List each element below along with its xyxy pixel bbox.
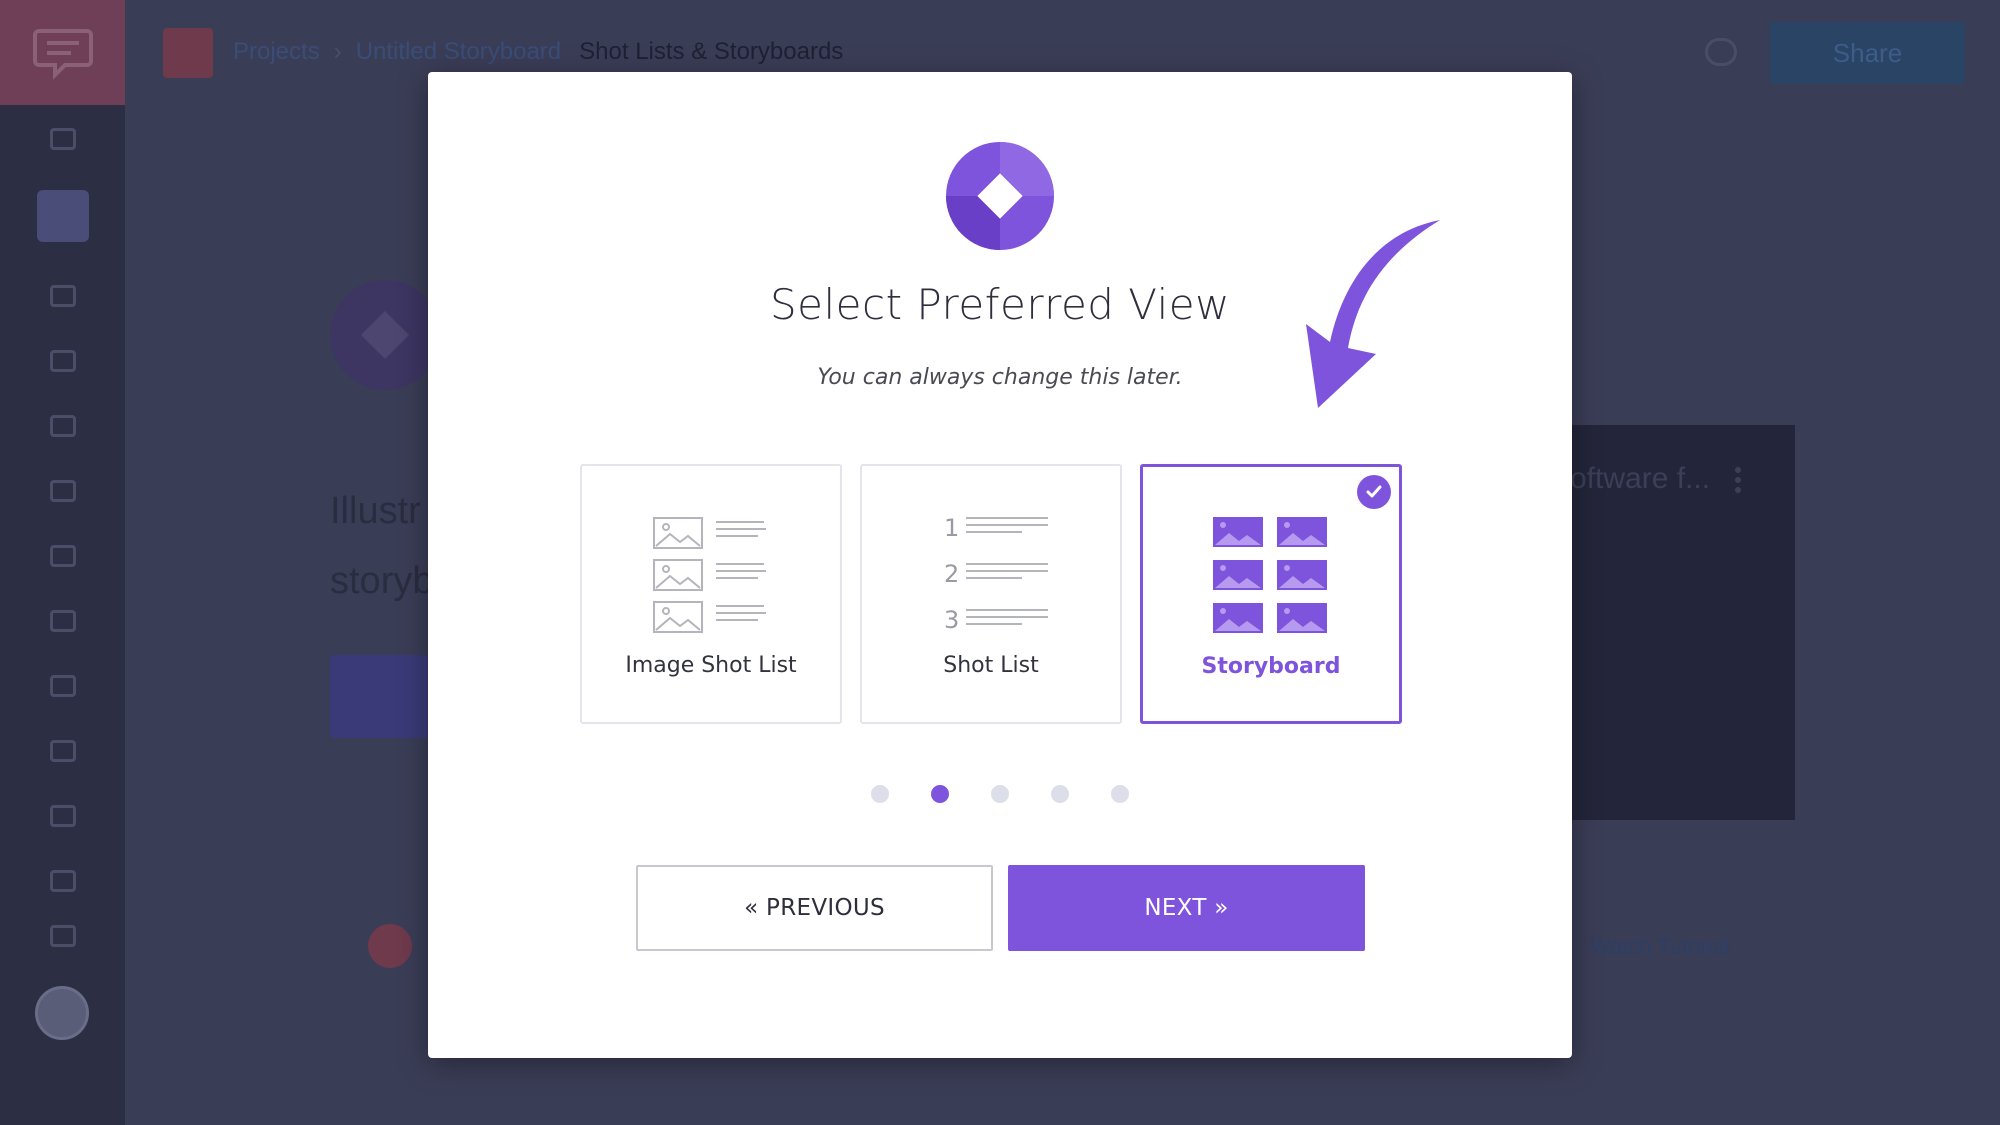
breadcrumb-root[interactable]: Projects: [233, 38, 320, 65]
sidebar-item-2-icon[interactable]: [49, 350, 76, 372]
pagination-dot-2[interactable]: [931, 785, 949, 803]
sidebar-item-8-icon[interactable]: [49, 740, 76, 762]
bg-create-button[interactable]: [330, 655, 430, 738]
option-label: Image Shot List: [625, 653, 797, 678]
breadcrumb-current: Shot Lists & Storyboards: [579, 38, 844, 65]
selected-check-icon: [1357, 475, 1391, 509]
list-number: 3: [944, 606, 959, 634]
user-avatar[interactable]: [35, 986, 89, 1040]
sidebar-item-4-icon[interactable]: [49, 480, 76, 502]
sidebar-item-6-icon[interactable]: [49, 610, 76, 632]
list-number: 1: [944, 514, 959, 542]
sidebar-item-1-icon[interactable]: [49, 285, 76, 307]
bg-heading-line1: Illustr: [330, 490, 421, 532]
breadcrumb-separator: ›: [333, 38, 342, 65]
storyboard-diamond-logo-icon: [946, 142, 1054, 250]
share-button[interactable]: Share: [1770, 22, 1965, 84]
pagination-dots: [428, 785, 1572, 803]
menu-icon[interactable]: [49, 128, 76, 150]
sidebar: [0, 0, 125, 1125]
pagination-dot-1[interactable]: [871, 785, 889, 803]
image-list-icon: [653, 517, 766, 633]
pagination-dot-3[interactable]: [991, 785, 1009, 803]
bg-project-logo: [330, 280, 440, 390]
select-view-modal: Select Preferred View You can always cha…: [428, 72, 1572, 1058]
pagination-dot-4[interactable]: [1051, 785, 1069, 803]
bg-tutorial-link[interactable]: Watch Tutorial: [1590, 934, 1730, 960]
option-label: Storyboard: [1201, 654, 1341, 679]
comments-icon[interactable]: [1705, 38, 1737, 66]
sidebar-item-11-icon[interactable]: [49, 925, 76, 947]
numbered-list-icon: 1 2 3: [944, 514, 1048, 634]
play-icon[interactable]: [368, 924, 412, 968]
option-storyboard[interactable]: Storyboard: [1140, 464, 1402, 724]
sidebar-item-5-icon[interactable]: [49, 545, 76, 567]
bg-heading-line2: storyb: [330, 560, 434, 602]
option-shot-list[interactable]: 1 2 3 Shot List: [860, 464, 1122, 724]
sidebar-item-7-icon[interactable]: [49, 675, 76, 697]
sidebar-item-9-icon[interactable]: [49, 805, 76, 827]
option-image-shot-list[interactable]: Image Shot List: [580, 464, 842, 724]
list-number: 2: [944, 560, 959, 588]
breadcrumb-middle[interactable]: Untitled Storyboard: [356, 38, 561, 65]
kebab-menu-icon[interactable]: [1735, 465, 1741, 495]
sidebar-item-3-icon[interactable]: [49, 415, 76, 437]
bg-card-title: oftware f...: [1570, 462, 1711, 495]
sidebar-item-active[interactable]: [36, 190, 89, 242]
next-button[interactable]: NEXT »: [1008, 865, 1365, 951]
option-label: Shot List: [943, 653, 1039, 678]
project-icon[interactable]: [163, 28, 213, 78]
pointer-arrow-icon: [1306, 220, 1440, 408]
sidebar-item-10-icon[interactable]: [49, 870, 76, 892]
breadcrumb: Projects › Untitled Storyboard Shot Lists &…: [233, 38, 843, 66]
previous-button[interactable]: « PREVIOUS: [636, 865, 993, 951]
chat-logo-icon: [32, 28, 93, 80]
storyboard-grid-icon: [1213, 517, 1327, 633]
pagination-dot-5[interactable]: [1111, 785, 1129, 803]
app-logo[interactable]: [0, 0, 125, 105]
